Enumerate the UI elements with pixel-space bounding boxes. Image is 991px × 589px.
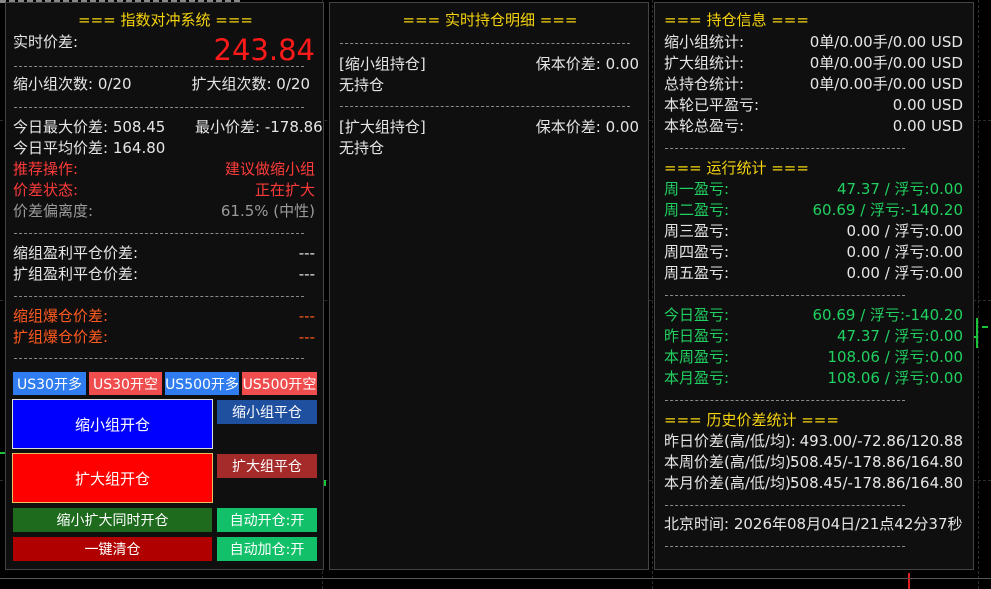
expand-breakeven: 保本价差: 0.00	[535, 118, 639, 136]
today-max-spread: 今日最大价差: 508.45	[13, 118, 166, 136]
expand-liq-value: ---	[298, 328, 315, 346]
weekday-pnl-value: 0.00 / 浮亏:0.00	[846, 264, 963, 282]
shrink-positions-status: 无持仓	[339, 76, 385, 94]
today-min-spread: 最小价差: -178.86	[195, 118, 323, 136]
divider	[14, 107, 304, 108]
expand-positions-header: [扩大组持仓]	[339, 118, 426, 136]
deviation-label: 价差偏离度:	[13, 202, 94, 220]
divider	[665, 546, 905, 547]
weekday-pnl-value: 47.37 / 浮亏:0.00	[837, 180, 963, 198]
positions-detail-panel: === 实时持仓明细 === [缩小组持仓] 保本价差: 0.00 无持仓 [扩…	[329, 2, 649, 570]
info-row-label: 扩大组统计:	[664, 54, 745, 72]
history-label: 昨日价差(高/低/均):	[664, 432, 796, 450]
weekday-pnl-value: 0.00 / 浮亏:0.00	[846, 243, 963, 261]
expand-liq-label: 扩组爆仓价差:	[13, 328, 109, 346]
position-info-panel: === 持仓信息 === 缩小组统计: 0单/0.00手/0.00 USD 扩大…	[654, 2, 974, 570]
expand-open-button[interactable]: 扩大组开仓	[12, 453, 213, 503]
divider	[14, 233, 304, 234]
run-stats-title: === 运行统计 ===	[664, 159, 809, 177]
weekday-pnl-label: 周三盈亏:	[664, 222, 730, 240]
divider	[14, 296, 304, 297]
positions-panel-title: === 实时持仓明细 ===	[402, 11, 578, 29]
us30-long-button[interactable]: US30开多	[13, 372, 86, 395]
recommend-label: 推荐操作:	[13, 160, 79, 178]
period-pnl-value: 60.69 / 浮亏:-140.20	[812, 306, 963, 324]
weekday-pnl-label: 周二盈亏:	[664, 201, 730, 219]
divider	[14, 66, 304, 67]
history-label: 本周价差(高/低/均):	[664, 453, 796, 471]
history-label: 本月价差(高/低/均):	[664, 474, 796, 492]
spread-state-label: 价差状态:	[13, 181, 79, 199]
divider	[340, 106, 630, 107]
history-value: 508.45/-178.86/164.80	[790, 474, 963, 492]
info-row-label: 缩小组统计:	[664, 33, 745, 51]
divider	[665, 505, 905, 506]
info-row-value: 0.00 USD	[892, 96, 963, 114]
realtime-spread-value: 243.84	[213, 33, 315, 67]
recommend-value: 建议做缩小组	[224, 160, 315, 178]
history-value: 508.45/-178.86/164.80	[790, 453, 963, 471]
weekday-pnl-value: 60.69 / 浮亏:-140.20	[812, 201, 963, 219]
expand-count: 扩大组次数: 0/20	[191, 75, 310, 93]
expand-tp-value: ---	[298, 265, 315, 283]
weekday-pnl-label: 周四盈亏:	[664, 243, 730, 261]
spread-state-value: 正在扩大	[254, 181, 315, 199]
close-all-button[interactable]: 一键清仓	[13, 537, 212, 561]
divider	[665, 400, 905, 401]
both-open-button[interactable]: 缩小扩大同时开仓	[13, 508, 212, 532]
divider	[340, 43, 630, 44]
period-pnl-label: 今日盈亏:	[664, 306, 730, 324]
us500-short-button[interactable]: US500开空	[242, 372, 317, 395]
auto-open-toggle[interactable]: 自动开仓:开	[217, 508, 317, 532]
us500-long-button[interactable]: US500开多	[165, 372, 239, 395]
shrink-tp-label: 缩组盈利平仓价差:	[13, 244, 139, 262]
info-row-label: 总持仓统计:	[664, 75, 745, 93]
expand-positions-status: 无持仓	[339, 139, 385, 157]
weekday-pnl-label: 周五盈亏:	[664, 264, 730, 282]
shrink-liq-label: 缩组爆仓价差:	[13, 307, 109, 325]
weekday-pnl-label: 周一盈亏:	[664, 180, 730, 198]
info-panel-title: === 持仓信息 ===	[664, 11, 809, 29]
period-pnl-value: 108.06 / 浮亏:0.00	[827, 348, 963, 366]
shrink-positions-header: [缩小组持仓]	[339, 55, 426, 73]
divider	[14, 358, 304, 359]
divider	[665, 295, 905, 296]
hedge-panel-title: === 指数对冲系统 ===	[78, 11, 253, 29]
info-row-label: 本轮总盈亏:	[664, 117, 745, 135]
today-avg-spread: 今日平均价差: 164.80	[13, 139, 166, 157]
info-row-value: 0.00 USD	[892, 117, 963, 135]
chart-time-axis	[0, 578, 991, 589]
shrink-close-button[interactable]: 缩小组平仓	[217, 400, 317, 424]
shrink-count: 缩小组次数: 0/20	[13, 75, 132, 93]
period-pnl-value: 47.37 / 浮亏:0.00	[837, 327, 963, 345]
divider	[665, 148, 905, 149]
info-row-value: 0单/0.00手/0.00 USD	[809, 54, 963, 72]
period-pnl-value: 108.06 / 浮亏:0.00	[827, 369, 963, 387]
shrink-tp-value: ---	[298, 244, 315, 262]
info-row-value: 0单/0.00手/0.00 USD	[809, 33, 963, 51]
us30-short-button[interactable]: US30开空	[89, 372, 162, 395]
info-row-label: 本轮已平盈亏:	[664, 96, 760, 114]
shrink-liq-value: ---	[298, 307, 315, 325]
hedge-control-panel: === 指数对冲系统 === 实时价差: 243.84 缩小组次数: 0/20 …	[5, 2, 324, 570]
period-pnl-label: 昨日盈亏:	[664, 327, 730, 345]
shrink-breakeven: 保本价差: 0.00	[535, 55, 639, 73]
beijing-time: 北京时间: 2026年08月04日/21点42分37秒	[664, 515, 963, 533]
info-row-value: 0单/0.00手/0.00 USD	[809, 75, 963, 93]
realtime-spread-label: 实时价差:	[13, 33, 79, 51]
history-value: 493.00/-72.86/120.88	[799, 432, 963, 450]
deviation-value: 61.5% (中性)	[220, 202, 315, 220]
shrink-open-button[interactable]: 缩小组开仓	[12, 399, 213, 449]
history-stats-title: === 历史价差统计 ===	[664, 411, 839, 429]
period-pnl-label: 本周盈亏:	[664, 348, 730, 366]
expand-close-button[interactable]: 扩大组平仓	[217, 454, 317, 478]
period-pnl-label: 本月盈亏:	[664, 369, 730, 387]
weekday-pnl-value: 0.00 / 浮亏:0.00	[846, 222, 963, 240]
auto-add-toggle[interactable]: 自动加仓:开	[217, 537, 317, 561]
expand-tp-label: 扩组盈利平仓价差:	[13, 265, 139, 283]
